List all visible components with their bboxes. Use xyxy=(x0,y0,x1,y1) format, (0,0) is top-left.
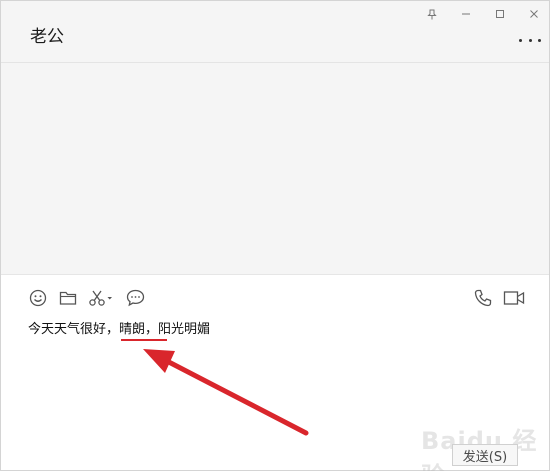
video-icon xyxy=(503,291,525,305)
chat-history-button[interactable] xyxy=(125,289,145,307)
pin-icon xyxy=(427,9,437,19)
screenshot-button[interactable] xyxy=(88,289,114,307)
file-button[interactable] xyxy=(58,289,78,307)
maximize-icon xyxy=(496,10,504,18)
more-dots-icon xyxy=(519,38,522,42)
send-button[interactable]: 发送(S) xyxy=(452,444,518,466)
scissors-icon xyxy=(89,290,112,306)
minimize-button[interactable] xyxy=(454,5,478,23)
close-icon xyxy=(530,10,538,18)
maximize-button[interactable] xyxy=(488,5,512,23)
chevron-down-icon xyxy=(107,297,112,300)
message-input[interactable]: 今天天气很好，晴朗，阳光明媚 xyxy=(28,321,210,339)
pin-button[interactable] xyxy=(420,5,444,23)
minimize-icon xyxy=(462,13,470,15)
title-bar: 老公 xyxy=(1,1,549,63)
more-button[interactable] xyxy=(519,33,541,47)
folder-icon xyxy=(59,291,77,305)
phone-icon xyxy=(474,289,492,307)
chat-bubble-icon xyxy=(126,289,144,307)
message-area[interactable] xyxy=(1,64,549,274)
annotation-underline xyxy=(121,339,167,341)
emoji-button[interactable] xyxy=(28,289,48,307)
emoji-icon xyxy=(29,289,47,307)
annotation-arrow-icon xyxy=(143,349,309,436)
video-call-button[interactable] xyxy=(503,289,525,307)
chat-title: 老公 xyxy=(30,27,64,47)
close-button[interactable] xyxy=(522,5,546,23)
voice-call-button[interactable] xyxy=(473,289,493,307)
